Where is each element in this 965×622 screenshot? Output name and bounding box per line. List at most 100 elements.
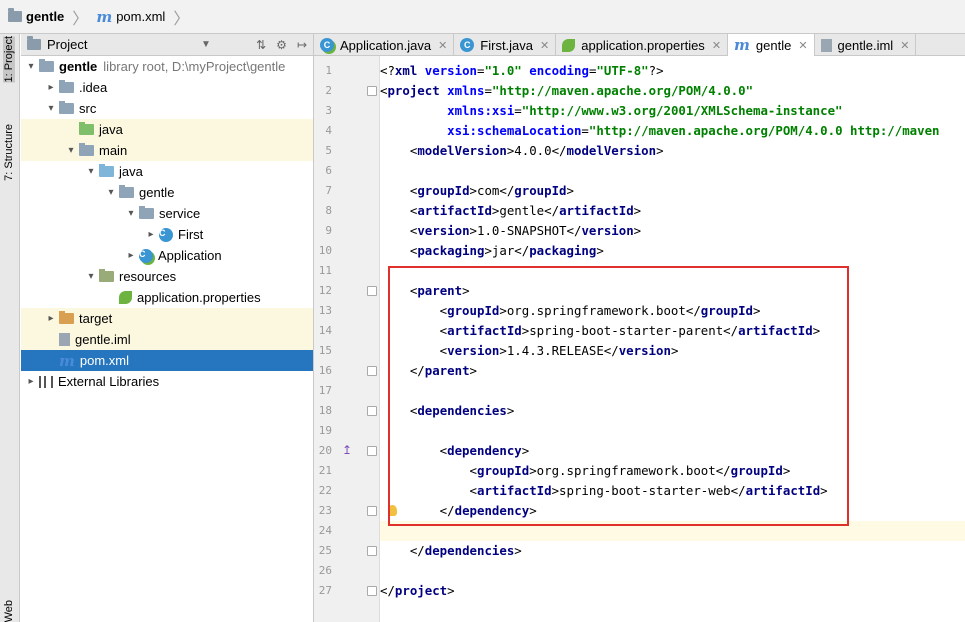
spring-class-icon: C xyxy=(320,38,334,52)
chevron-down-icon[interactable]: ▾ xyxy=(85,271,97,282)
line-number: 24 xyxy=(318,524,332,537)
gear-icon[interactable]: ⚙ xyxy=(276,38,287,52)
tab-gentle-iml[interactable]: gentle.iml ✕ xyxy=(815,34,917,56)
breadcrumb-file-label: pom.xml xyxy=(116,9,166,24)
line-number: 5 xyxy=(325,144,332,157)
override-icon[interactable]: ↥ xyxy=(342,443,352,457)
line-number: 18 xyxy=(318,404,332,417)
close-icon[interactable]: ✕ xyxy=(798,39,807,52)
tool-window-project[interactable]: 1: Project xyxy=(3,36,15,83)
tab-first-java[interactable]: C First.java ✕ xyxy=(454,34,557,56)
tree-item-label: External Libraries xyxy=(58,374,160,389)
tree-item-service[interactable]: ▾ service xyxy=(21,203,313,224)
tree-item-java[interactable]: java xyxy=(21,119,313,140)
tab-application-java[interactable]: C Application.java ✕ xyxy=(314,34,455,56)
line-number: 9 xyxy=(325,224,332,237)
code-line: xsi:schemaLocation="http://maven.apache.… xyxy=(447,123,940,138)
chevron-down-icon[interactable]: ▼ xyxy=(201,39,211,50)
fold-marker-icon[interactable] xyxy=(367,546,377,556)
spring-leaf-icon xyxy=(562,38,576,52)
chevron-right-icon[interactable]: ▸ xyxy=(45,82,57,93)
close-icon[interactable]: ✕ xyxy=(540,39,549,52)
line-number: 4 xyxy=(325,124,332,137)
line-number: 20 xyxy=(318,444,332,457)
tree-item-label: gentle xyxy=(59,59,98,74)
tree-item-main[interactable]: ▾ main xyxy=(21,140,313,161)
tool-window-structure[interactable]: 7: Structure xyxy=(3,124,15,181)
line-number: 14 xyxy=(318,324,332,337)
tree-item-label: service xyxy=(159,206,201,221)
fold-marker-icon[interactable] xyxy=(367,406,377,416)
tree-item--idea[interactable]: ▸ .idea xyxy=(21,77,313,98)
tab-gentle[interactable]: m gentle ✕ xyxy=(728,34,815,56)
spring-class-icon: C xyxy=(139,248,153,263)
tree-item-gentle[interactable]: ▾ gentle library root, D:\myProject\gentle xyxy=(21,56,313,77)
tree-item-label: target xyxy=(79,311,113,326)
module-folder-icon xyxy=(39,59,54,72)
code-line: <groupId>com</groupId> xyxy=(380,183,574,198)
code-line: <project xmlns="http://maven.apache.org/… xyxy=(380,83,754,98)
tree-item-resources[interactable]: ▾ resources xyxy=(21,266,313,287)
chevron-down-icon[interactable]: ▾ xyxy=(85,166,97,177)
line-number: 22 xyxy=(318,484,332,497)
project-panel-header: Project ▼ ⇅ ⚙ ↦ xyxy=(21,34,313,56)
chevron-down-icon[interactable]: ▾ xyxy=(45,103,57,114)
line-number: 2 xyxy=(325,84,332,97)
close-icon[interactable]: ✕ xyxy=(438,39,447,52)
fold-marker-icon[interactable] xyxy=(367,506,377,516)
hide-panel-icon[interactable]: ↦ xyxy=(297,38,307,52)
collapse-all-icon[interactable]: ⇅ xyxy=(256,38,266,52)
chevron-down-icon[interactable]: ▾ xyxy=(25,61,37,72)
fold-marker-icon[interactable] xyxy=(367,86,377,96)
fold-marker-icon[interactable] xyxy=(367,286,377,296)
line-number: 1 xyxy=(325,64,332,77)
line-number: 6 xyxy=(325,164,332,177)
tree-item-src[interactable]: ▾ src xyxy=(21,98,313,119)
tree-item-label: First xyxy=(178,227,204,242)
chevron-down-icon[interactable]: ▾ xyxy=(125,208,137,219)
project-panel-title[interactable]: Project xyxy=(47,37,87,52)
project-view-icon xyxy=(27,36,41,50)
tree-item-label: java xyxy=(99,122,123,137)
code-line: </project> xyxy=(380,583,455,598)
chevron-right-icon[interactable]: ▸ xyxy=(125,250,137,261)
tab-label: gentle.iml xyxy=(837,37,894,53)
tree-item-label: resources xyxy=(119,269,177,284)
breadcrumb-file[interactable]: m pom.xml xyxy=(94,5,167,29)
tab-application-properties[interactable]: application.properties ✕ xyxy=(556,34,729,56)
tree-item-pom-xml[interactable]: m pom.xml xyxy=(21,350,313,371)
tree-item-gentle-iml[interactable]: gentle.iml xyxy=(21,329,313,350)
chevron-right-icon[interactable]: ▸ xyxy=(25,376,37,387)
tree-item-first[interactable]: ▸ C First xyxy=(21,224,313,245)
line-number: 19 xyxy=(318,424,332,437)
tree-item-target[interactable]: ▸ target xyxy=(21,308,313,329)
source-folder-icon xyxy=(99,164,114,177)
project-tree: ▾ gentle library root, D:\myProject\gentle… xyxy=(21,56,313,392)
tree-item-java[interactable]: ▾ java xyxy=(21,161,313,182)
chevron-right-icon[interactable]: ▸ xyxy=(45,313,57,324)
line-number: 8 xyxy=(325,204,332,217)
tree-item-label: java xyxy=(119,164,143,179)
fold-marker-icon[interactable] xyxy=(367,586,377,596)
fold-marker-icon[interactable] xyxy=(367,446,377,456)
chevron-down-icon[interactable]: ▾ xyxy=(65,145,77,156)
maven-icon: m xyxy=(96,7,113,26)
fold-marker-icon[interactable] xyxy=(367,366,377,376)
tree-item-label: .idea xyxy=(79,80,108,95)
resources-folder-icon xyxy=(99,269,114,282)
breadcrumb-project[interactable]: gentle xyxy=(6,5,66,29)
tree-item-extra: library root, D:\myProject\gentle xyxy=(103,59,286,74)
line-number: 15 xyxy=(318,344,332,357)
tree-item-application[interactable]: ▸ C Application xyxy=(21,245,313,266)
line-number: 12 xyxy=(318,284,332,297)
tree-item-gentle[interactable]: ▾ gentle xyxy=(21,182,313,203)
tree-item-application-properties[interactable]: application.properties xyxy=(21,287,313,308)
code-line: <modelVersion>4.0.0</modelVersion> xyxy=(380,143,664,158)
tool-window-web[interactable]: Web xyxy=(3,600,15,622)
close-icon[interactable]: ✕ xyxy=(900,39,909,52)
close-icon[interactable]: ✕ xyxy=(712,39,721,52)
project-panel: Project ▼ ⇅ ⚙ ↦ ▾ gentle library root, D:\… xyxy=(21,34,314,622)
chevron-down-icon[interactable]: ▾ xyxy=(105,187,117,198)
chevron-right-icon[interactable]: ▸ xyxy=(145,229,157,240)
tree-item-external-libraries[interactable]: ▸ External Libraries xyxy=(21,371,313,392)
